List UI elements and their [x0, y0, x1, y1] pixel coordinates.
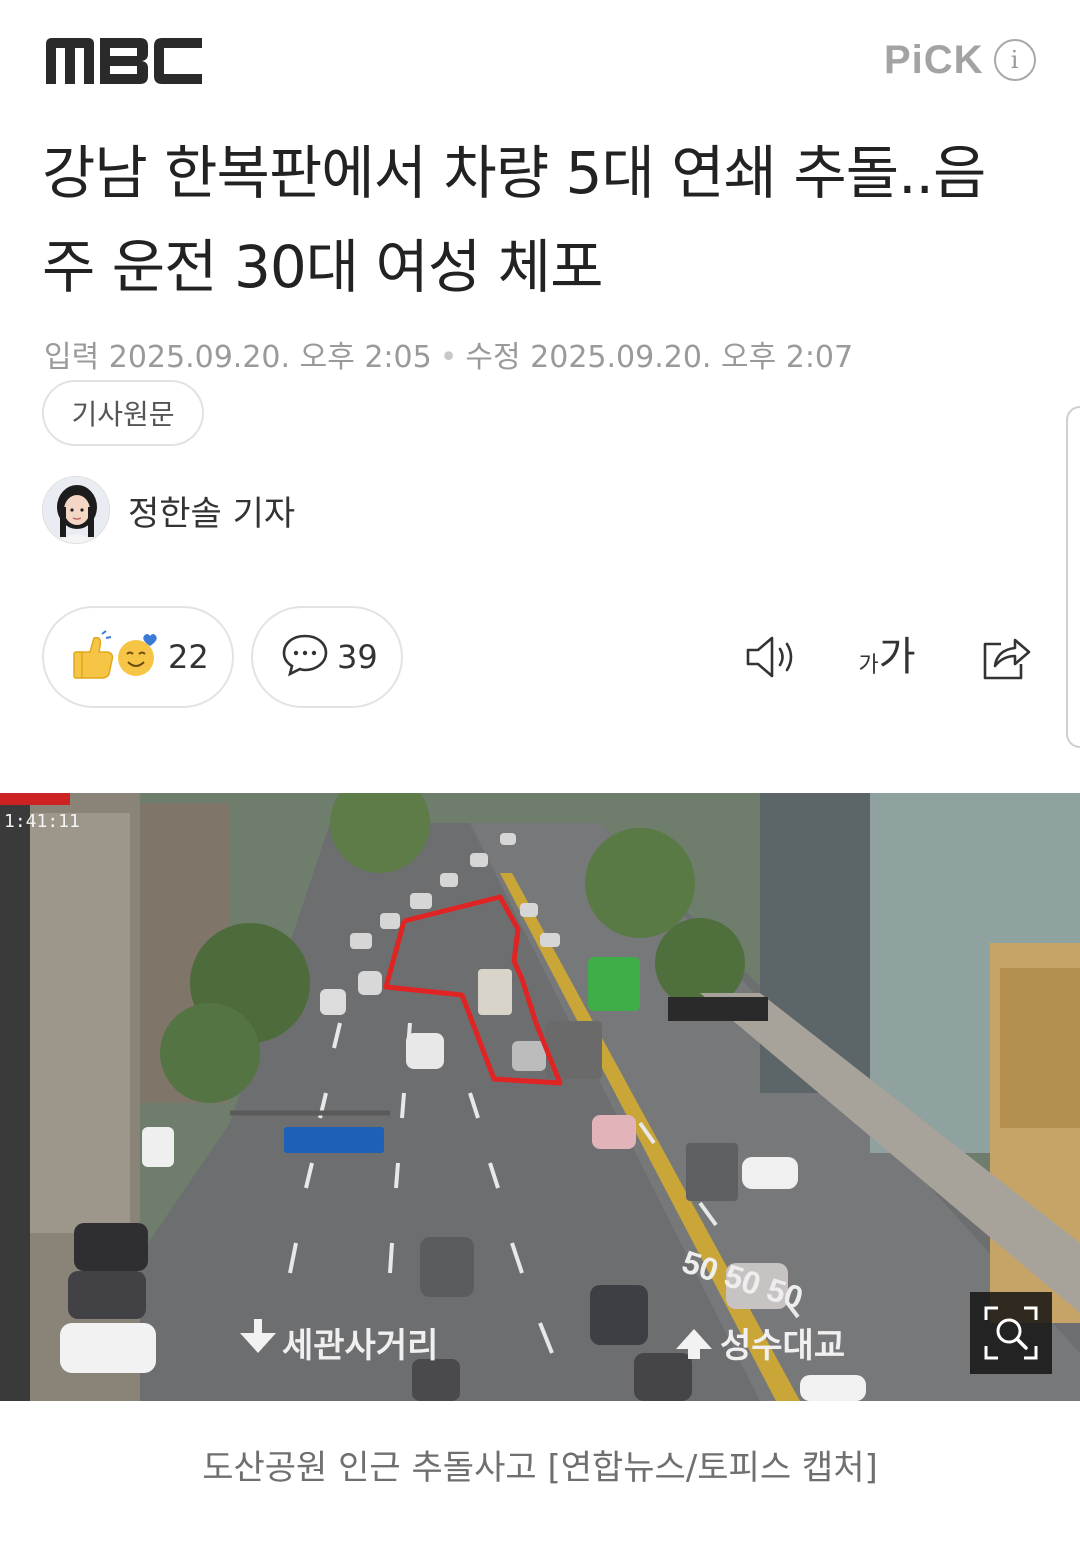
- article-header: PiCK i: [0, 0, 1080, 120]
- camera-timestamp: 1:41:11: [4, 811, 80, 832]
- road-sign-left: 세관사거리: [282, 1326, 438, 1366]
- article-photo[interactable]: 50 50 50 세관사거리 성수대교 1:41:11: [0, 793, 1080, 1401]
- info-icon[interactable]: i: [993, 39, 1036, 81]
- font-large-glyph: 가: [878, 634, 916, 680]
- font-size-icon: 가 가: [858, 635, 915, 679]
- share-button[interactable]: [976, 626, 1036, 688]
- zoom-button[interactable]: [970, 1292, 1052, 1374]
- pick-badge[interactable]: PiCK i: [884, 38, 1036, 82]
- input-label: 입력: [44, 340, 100, 375]
- listen-button[interactable]: [742, 626, 802, 688]
- comment-button[interactable]: 39: [251, 606, 403, 708]
- side-drawer-handle[interactable]: [1066, 406, 1080, 748]
- mbc-logo[interactable]: [44, 36, 204, 86]
- reporter-avatar[interactable]: [42, 476, 110, 544]
- thumbs-up-icon: [72, 630, 116, 684]
- share-icon: [983, 638, 1031, 680]
- separator-dot: •: [439, 340, 458, 375]
- pick-label: PiCK: [884, 37, 984, 82]
- comment-count: 39: [337, 638, 378, 676]
- article-title: 강남 한복판에서 차량 5대 연쇄 추돌..음주 운전 30대 여성 체포: [42, 139, 986, 301]
- photo-caption: 도산공원 인근 추돌사고 [연합뉴스/토피스 캡처]: [202, 1448, 878, 1488]
- smile-heart-icon: [116, 630, 160, 684]
- input-time: 2025.09.20. 오후 2:05: [108, 340, 432, 375]
- original-article-button[interactable]: 기사원문: [42, 380, 204, 446]
- edit-time: 2025.09.20. 오후 2:07: [530, 340, 854, 375]
- comment-icon: [281, 632, 329, 682]
- speaker-icon: [746, 636, 793, 678]
- font-size-button[interactable]: 가 가: [852, 626, 922, 688]
- zoom-search-icon: [984, 1306, 1038, 1360]
- reporter-byline[interactable]: 정한솔 기자: [42, 476, 295, 544]
- reporter-name[interactable]: 정한솔 기자: [128, 486, 295, 535]
- road-sign-right: 성수대교: [720, 1326, 845, 1366]
- reaction-button[interactable]: 22: [42, 606, 234, 708]
- reaction-count: 22: [168, 638, 209, 676]
- article-timestamps: 입력 2025.09.20. 오후 2:05 • 수정 2025.09.20. 오후…: [44, 332, 853, 376]
- edit-label: 수정: [465, 340, 521, 375]
- font-small-glyph: 가: [858, 653, 879, 678]
